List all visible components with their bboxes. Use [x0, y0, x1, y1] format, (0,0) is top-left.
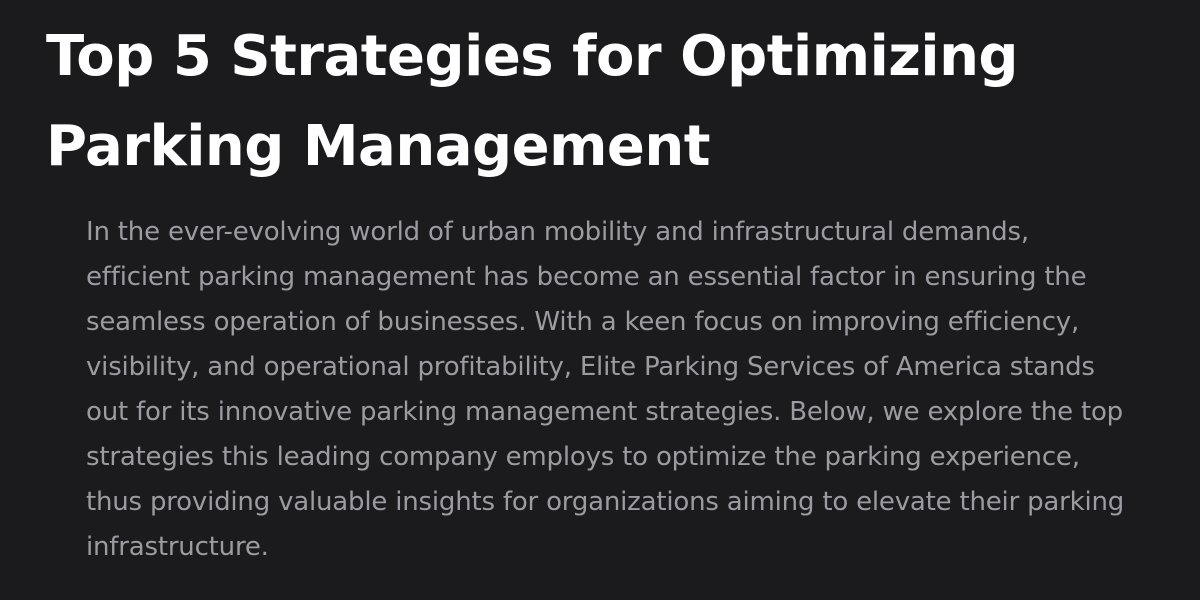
article-title: Top 5 Strategies for Optimizing Parking … — [46, 24, 1019, 179]
article-intro-paragraph: In the ever-evolving world of urban mobi… — [86, 217, 1125, 562]
article-page: Top 5 Strategies for Optimizing Parking … — [0, 0, 1200, 600]
